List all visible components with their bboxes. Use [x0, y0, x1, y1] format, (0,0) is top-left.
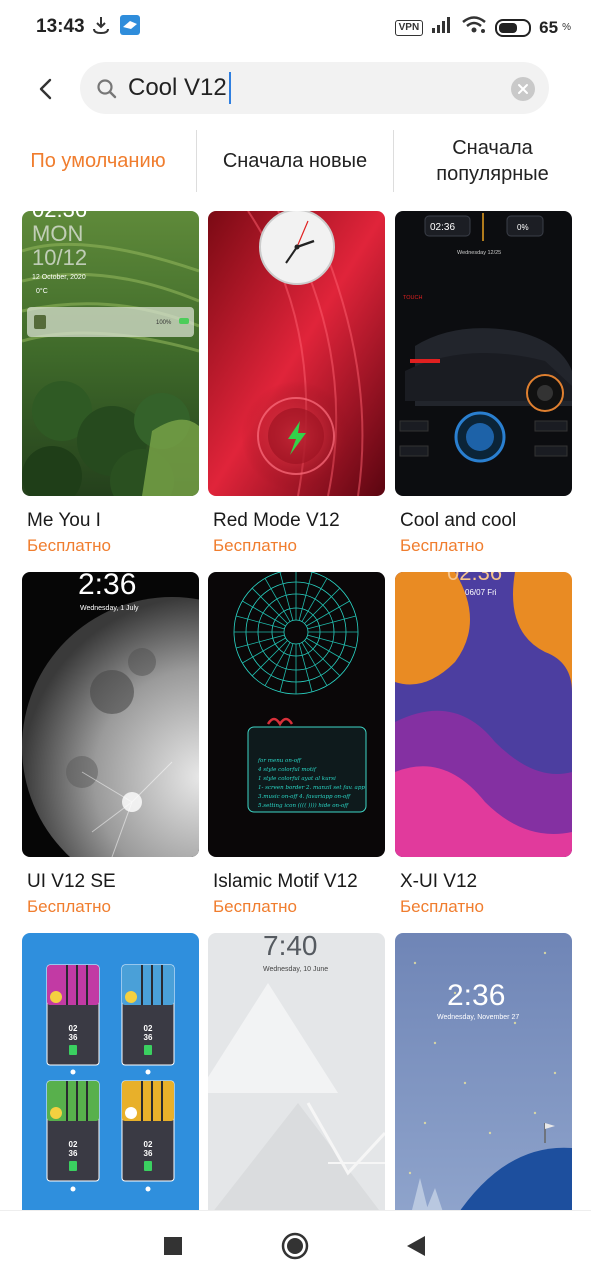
preview-minute: 36	[144, 1149, 153, 1158]
preview-hour: 02	[69, 1024, 78, 1033]
preview-info-line: for menu on-off	[257, 758, 302, 764]
theme-title: X-UI V12	[400, 871, 478, 892]
status-bar: 13:43 VPN 65 %	[0, 0, 591, 56]
theme-preview[interactable]: for menu on-off 4 style colorful motif 1…	[208, 572, 385, 857]
theme-preview[interactable]	[208, 211, 385, 496]
preview-percent: 0%	[517, 223, 529, 232]
preview-time: 02:36	[447, 572, 502, 585]
preview-time: 7:40	[263, 933, 318, 961]
theme-card[interactable]: 2:36 Wednesday, 1 July UI V12 SE Бесплат…	[22, 572, 199, 917]
theme-title: Me You I	[27, 510, 101, 531]
chevron-left-icon	[39, 78, 52, 100]
theme-card[interactable]: 02:36 MON 10/12 12 October, 2020 0°C 100…	[22, 211, 199, 556]
back-button[interactable]	[30, 72, 60, 106]
preview-minute: 36	[69, 1033, 78, 1042]
preview-touch: TOUCH	[403, 295, 422, 301]
preview-subdate: 12 October, 2020	[32, 274, 86, 281]
home-button[interactable]	[280, 1231, 310, 1261]
theme-preview[interactable]: 2:36 Wednesday, November 27	[395, 933, 572, 1218]
download-icon	[92, 15, 110, 35]
preview-time: 2:36	[447, 979, 505, 1012]
theme-preview[interactable]: 02:36 06/07 Fri	[395, 572, 572, 857]
theme-price: Бесплатно	[213, 536, 297, 555]
preview-temp: 0°C	[36, 287, 48, 295]
theme-card[interactable]: Red Mode V12 Бесплатно	[208, 211, 385, 556]
preview-info-line: 5.setting icon (((( )))) hide on-off	[258, 802, 349, 809]
theme-price: Бесплатно	[400, 536, 484, 555]
preview-info-line: 4 style colorful motif	[257, 767, 317, 773]
preview-time: 02:36	[430, 222, 455, 233]
preview-date: Wednesday, November 27	[437, 1014, 519, 1021]
theme-card[interactable]: 02 36 02 36 02 36 02 36	[22, 933, 199, 1218]
battery-level	[499, 22, 518, 33]
preview-hour: 02	[69, 1140, 78, 1149]
preview-date: Wednesday, 1 July	[80, 605, 139, 612]
navigation-bar	[0, 1210, 591, 1280]
tab-popular[interactable]: Сначала популярные	[394, 130, 591, 192]
theme-preview[interactable]: 2:36 Wednesday, 1 July	[22, 572, 199, 857]
preview-info-line: 1- screen border 2. manzil set fav. app	[258, 785, 365, 791]
theme-card[interactable]: 2:36 Wednesday, November 27	[395, 933, 572, 1218]
theme-title: Islamic Motif V12	[213, 871, 358, 892]
theme-preview[interactable]: 02:36 0% Wednesday 12/25 TOUCH	[395, 211, 572, 496]
status-time: 13:43	[36, 16, 85, 37]
battery-icon	[495, 18, 532, 37]
theme-title: UI V12 SE	[27, 871, 116, 892]
battery-unit: %	[562, 22, 571, 33]
theme-title: Cool and cool	[400, 510, 517, 531]
clear-search-button[interactable]	[511, 77, 535, 101]
close-icon	[518, 84, 528, 94]
preview-date: 06/07 Fri	[465, 588, 497, 597]
theme-price: Бесплатно	[27, 897, 111, 916]
preview-date: Wednesday, 10 June	[263, 966, 328, 973]
square-icon	[164, 1237, 182, 1255]
theme-price: Бесплатно	[27, 536, 111, 555]
preview-date: 10/12	[32, 245, 87, 270]
preview-time: 2:36	[78, 572, 136, 601]
theme-price: Бесплатно	[400, 897, 484, 916]
preview-date: Wednesday 12/25	[457, 250, 501, 256]
signal-icon	[431, 16, 453, 39]
theme-card[interactable]: 02:36 06/07 Fri X-UI V12 Бесплатно	[395, 572, 572, 917]
theme-preview[interactable]: 02 36 02 36 02 36 02 36	[22, 933, 199, 1218]
battery-level-text: 65	[539, 17, 559, 37]
search-bar[interactable]	[80, 62, 549, 114]
theme-preview[interactable]: 02:36 MON 10/12 12 October, 2020 0°C 100…	[22, 211, 199, 496]
triangle-back-icon	[407, 1236, 425, 1256]
back-nav-button[interactable]	[401, 1231, 431, 1261]
preview-battery: 100%	[156, 320, 172, 326]
preview-info-line: 1 style colorful ayat al kursi	[258, 776, 336, 782]
home-circle-icon	[281, 1232, 309, 1260]
status-right-icons: VPN 65 %	[394, 15, 571, 40]
preview-minute: 36	[144, 1033, 153, 1042]
sort-tabs: По умолчанию Сначала новые Сначала попул…	[0, 130, 591, 192]
theme-price: Бесплатно	[213, 897, 297, 916]
preview-day: MON	[32, 221, 83, 246]
recent-apps-button[interactable]	[158, 1231, 188, 1261]
preview-hour: 02	[144, 1140, 153, 1149]
vpn-badge: VPN	[394, 19, 424, 36]
message-app-icon	[120, 15, 140, 35]
theme-preview[interactable]: 7:40 Wednesday, 10 June	[208, 933, 385, 1218]
preview-info-line: 3.music on-off 4. favariapp on-off	[258, 794, 351, 800]
theme-card[interactable]: for menu on-off 4 style colorful motif 1…	[208, 572, 385, 917]
theme-card[interactable]: 02:36 0% Wednesday 12/25 TOUCH Cool and …	[395, 211, 572, 556]
preview-minute: 36	[69, 1149, 78, 1158]
wifi-icon	[461, 15, 487, 40]
tab-default[interactable]: По умолчанию	[0, 130, 196, 192]
theme-title: Red Mode V12	[213, 510, 340, 531]
search-icon	[96, 78, 118, 100]
notification-icons	[92, 15, 140, 35]
theme-card[interactable]: 7:40 Wednesday, 10 June	[208, 933, 385, 1218]
preview-hour: 02	[144, 1024, 153, 1033]
tab-newest[interactable]: Сначала новые	[197, 130, 393, 192]
search-input[interactable]	[128, 71, 498, 105]
text-cursor	[229, 72, 231, 104]
